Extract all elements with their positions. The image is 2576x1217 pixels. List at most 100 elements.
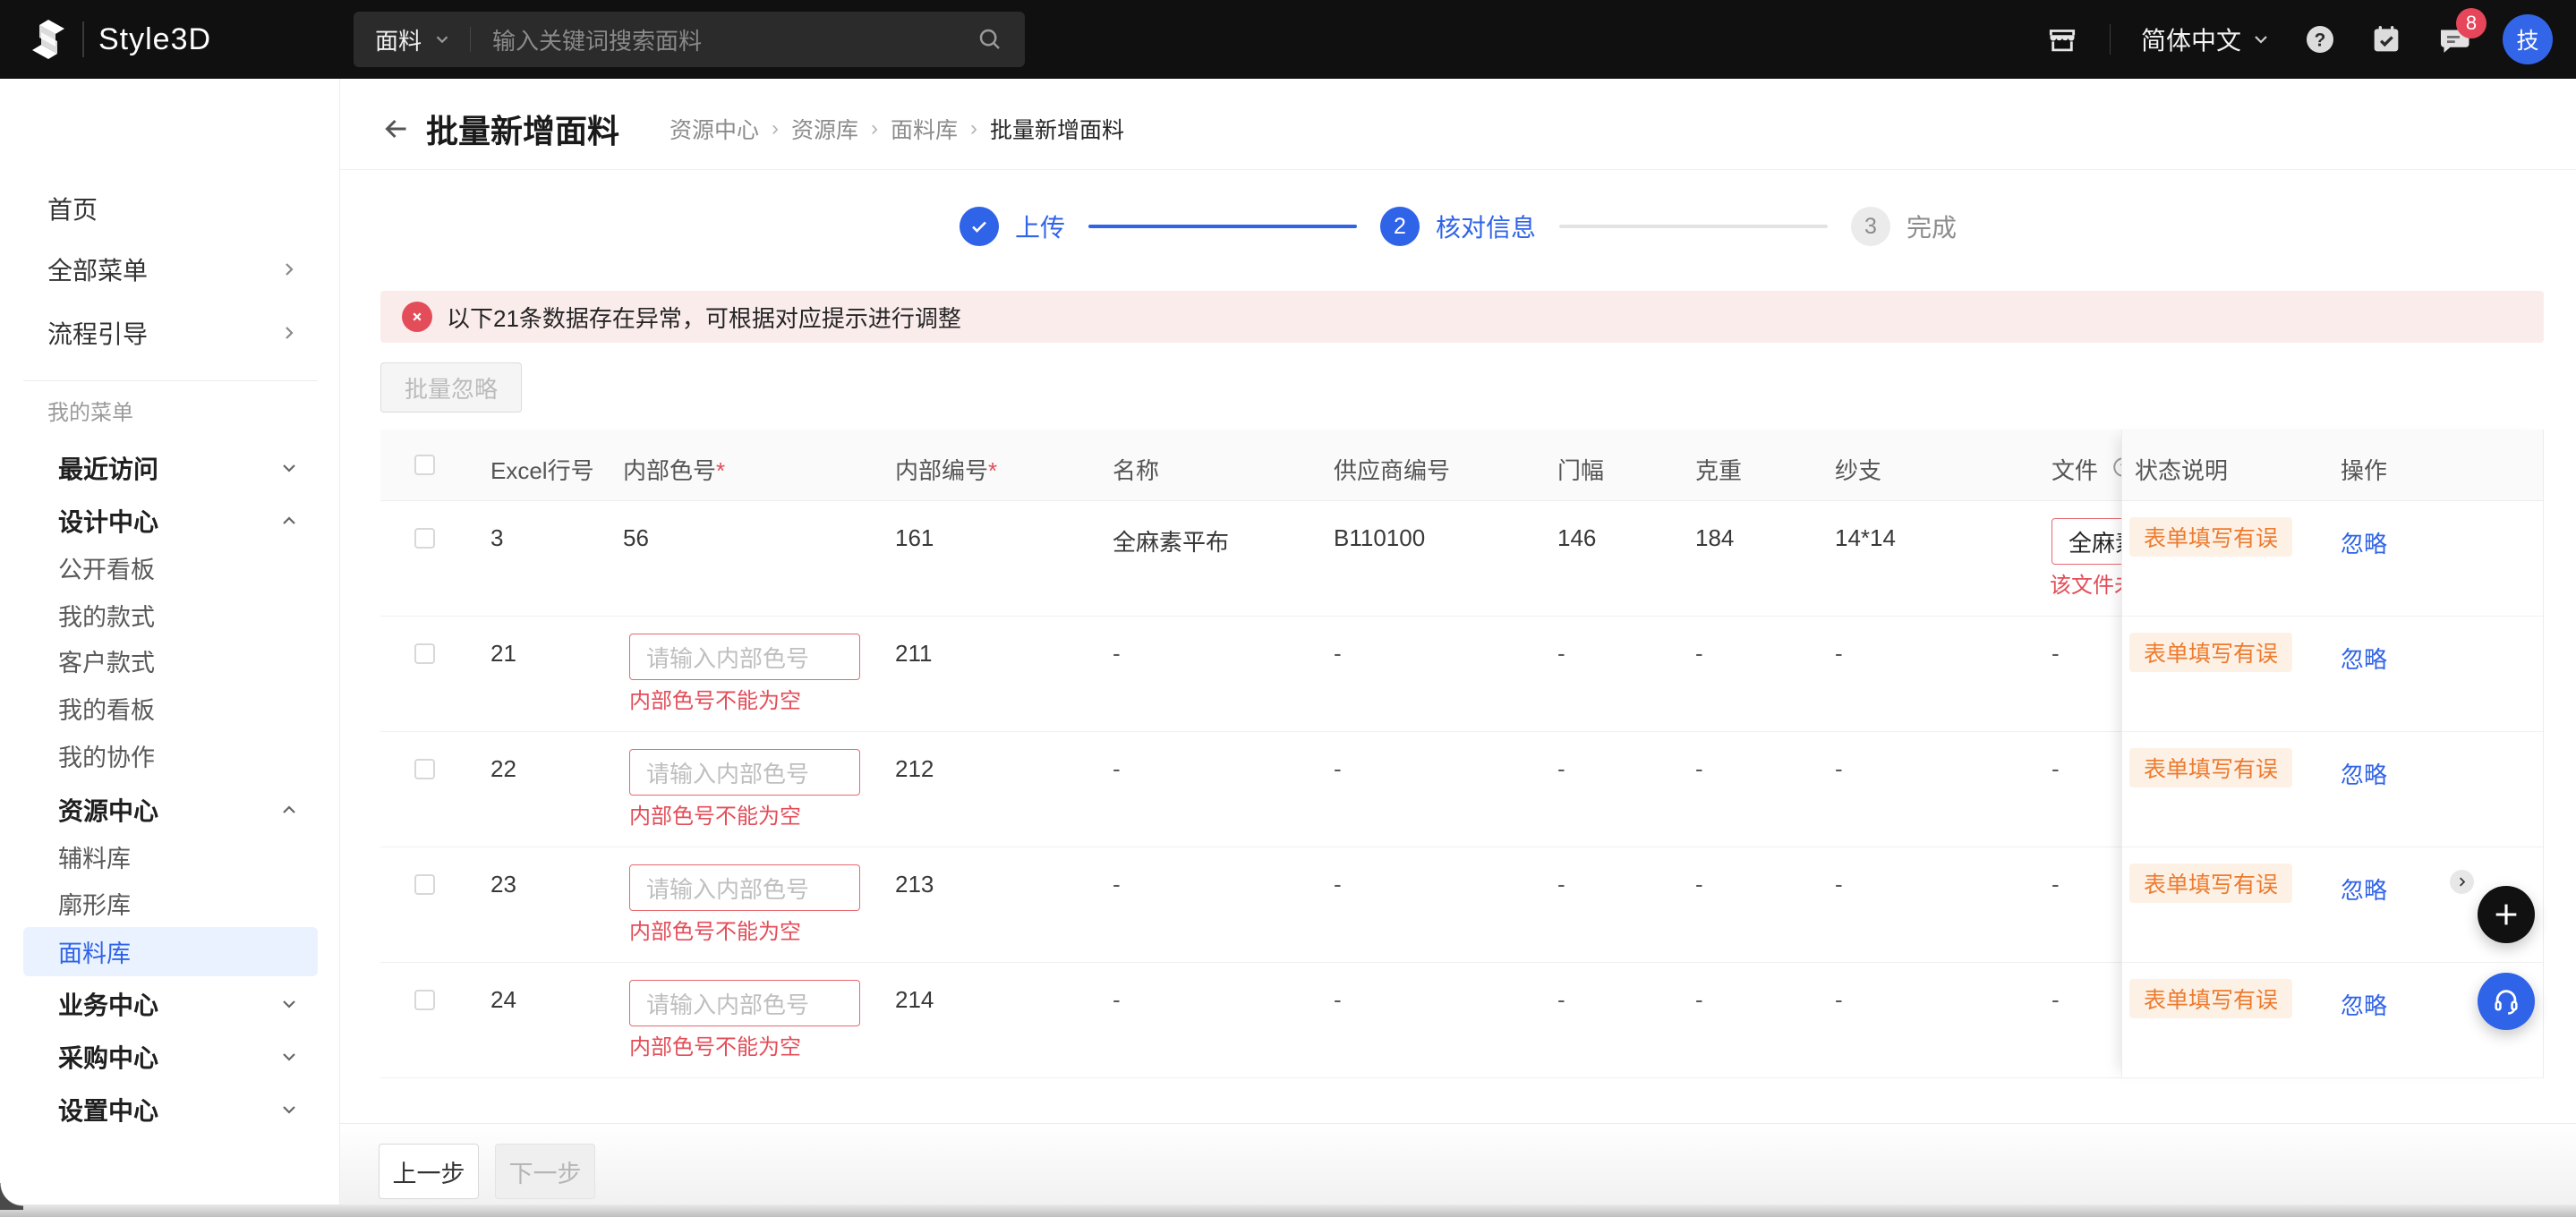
chevron-right-icon xyxy=(278,322,300,344)
breadcrumb-separator: › xyxy=(871,116,878,141)
main-content: 批量新增面料 资源中心 › 资源库 › 面料库 › 批量新增面料 上传 2 核对… xyxy=(340,79,2576,1204)
cell-name: - xyxy=(1113,986,1121,1014)
sidebar-item-silhouette-library[interactable]: 廓形库 xyxy=(0,881,339,924)
avatar[interactable]: 技 xyxy=(2503,14,2553,64)
sidebar-group-business-center[interactable]: 业务中心 xyxy=(0,983,339,1026)
cell-yarn: 14*14 xyxy=(1835,524,1896,552)
row-checkbox[interactable] xyxy=(414,643,435,664)
col-name: 名称 xyxy=(1113,453,1159,486)
cell-supplier-no: - xyxy=(1334,640,1342,668)
internal-color-input[interactable]: 请输入内部色号 xyxy=(629,864,860,911)
col-action: 操作 xyxy=(2341,453,2387,486)
breadcrumb-separator: › xyxy=(970,116,977,141)
ignore-link[interactable]: 忽略 xyxy=(2341,757,2387,790)
sidebar-item-trim-library[interactable]: 辅料库 xyxy=(0,835,339,878)
search-input[interactable]: 输入关键词搜索面料 xyxy=(492,23,977,56)
status-badge: 表单填写有误 xyxy=(2129,748,2292,787)
global-search[interactable]: 面料 输入关键词搜索面料 xyxy=(354,12,1025,67)
step-connector xyxy=(1088,225,1357,228)
row-checkbox[interactable] xyxy=(414,759,435,779)
language-select[interactable]: 简体中文 xyxy=(2141,21,2272,57)
col-supplier-no: 供应商编号 xyxy=(1334,453,1450,486)
data-table: Excel行号 内部色号* 内部编号* 名称 供应商编号 门幅 克重 纱支 文件… xyxy=(380,430,2544,1078)
cell-weight: - xyxy=(1695,986,1703,1014)
error-icon xyxy=(402,302,432,332)
sidebar-item-client-styles[interactable]: 客户款式 xyxy=(0,639,339,682)
messages-icon[interactable]: 8 xyxy=(2435,21,2472,58)
logo-text: Style3D xyxy=(98,22,211,57)
window-corner xyxy=(0,1183,23,1210)
add-fab-button[interactable] xyxy=(2478,886,2535,943)
cell-excel-row: 3 xyxy=(490,524,503,552)
cell-name: - xyxy=(1113,755,1121,783)
ignore-link[interactable]: 忽略 xyxy=(2341,988,2387,1021)
col-internal-color: 内部色号* xyxy=(623,453,725,486)
sidebar-item-home[interactable]: 首页 xyxy=(0,187,339,230)
step-done: 3 完成 xyxy=(1851,207,1957,246)
sidebar-group-recent[interactable]: 最近访问 xyxy=(0,447,339,489)
plus-icon xyxy=(2491,899,2521,930)
stepper: 上传 2 核对信息 3 完成 xyxy=(340,201,2576,251)
breadcrumb-item[interactable]: 面料库 xyxy=(891,113,958,145)
ignore-link[interactable]: 忽略 xyxy=(2341,872,2387,906)
sidebar-group-purchase-center[interactable]: 采购中心 xyxy=(0,1035,339,1078)
step-check-icon xyxy=(960,207,999,246)
breadcrumb-separator: › xyxy=(772,116,779,141)
cell-supplier-no: - xyxy=(1334,871,1342,898)
breadcrumb-item[interactable]: 资源中心 xyxy=(670,113,759,145)
step-label: 完成 xyxy=(1906,209,1957,244)
sidebar-item-process-guide[interactable]: 流程引导 xyxy=(0,311,339,354)
fixed-row: 表单填写有误 忽略 xyxy=(2122,732,2543,847)
sidebar-group-resource-center[interactable]: 资源中心 xyxy=(0,788,339,831)
sidebar-item-my-board[interactable]: 我的看板 xyxy=(0,686,339,729)
back-arrow-icon[interactable] xyxy=(380,113,413,145)
chevron-right-icon xyxy=(278,259,300,280)
cell-excel-row: 24 xyxy=(490,986,516,1014)
table-expand-handle[interactable] xyxy=(2450,870,2474,894)
breadcrumb-item[interactable]: 资源库 xyxy=(791,113,858,145)
select-all-checkbox[interactable] xyxy=(414,455,435,475)
search-category-select[interactable]: 面料 xyxy=(375,23,422,56)
ignore-link[interactable]: 忽略 xyxy=(2341,526,2387,559)
support-fab-button[interactable] xyxy=(2478,973,2535,1030)
row-checkbox[interactable] xyxy=(414,990,435,1010)
cell-width: - xyxy=(1557,871,1565,898)
marketplace-icon[interactable] xyxy=(2045,22,2079,56)
sidebar-item-my-collab[interactable]: 我的协作 xyxy=(0,734,339,777)
row-checkbox[interactable] xyxy=(414,874,435,895)
sidebar-group-design-center[interactable]: 设计中心 xyxy=(0,499,339,542)
sidebar-item-all-menu[interactable]: 全部菜单 xyxy=(0,248,339,291)
internal-color-input[interactable]: 请输入内部色号 xyxy=(629,634,860,680)
logo[interactable]: Style3D xyxy=(29,0,211,79)
chevron-down-icon xyxy=(278,1046,300,1068)
status-badge: 表单填写有误 xyxy=(2129,633,2292,672)
chevron-up-icon xyxy=(278,510,300,532)
cell-supplier-no: - xyxy=(1334,755,1342,783)
color-error-text: 内部色号不能为空 xyxy=(629,914,801,945)
chevron-down-icon xyxy=(278,457,300,479)
internal-color-input[interactable]: 请输入内部色号 xyxy=(629,749,860,796)
batch-ignore-button[interactable]: 批量忽略 xyxy=(380,362,522,413)
sidebar-item-my-styles[interactable]: 我的款式 xyxy=(0,593,339,636)
sidebar-item-fabric-library[interactable]: 面料库 xyxy=(0,930,339,973)
help-icon[interactable]: ? xyxy=(2302,21,2338,57)
next-step-button[interactable]: 下一步 xyxy=(495,1144,595,1199)
col-internal-no: 内部编号* xyxy=(895,453,997,486)
cell-weight: - xyxy=(1695,640,1703,668)
sidebar-item-public-board[interactable]: 公开看板 xyxy=(0,546,339,589)
cell-file: - xyxy=(2051,640,2060,668)
cell-yarn: - xyxy=(1835,640,1843,668)
cell-width: - xyxy=(1557,986,1565,1014)
color-error-text: 内部色号不能为空 xyxy=(629,798,801,830)
step-upload: 上传 xyxy=(960,207,1065,246)
search-icon[interactable] xyxy=(977,26,1003,53)
fixed-row: 表单填写有误 忽略 xyxy=(2122,617,2543,732)
internal-color-input[interactable]: 请输入内部色号 xyxy=(629,980,860,1026)
prev-step-button[interactable]: 上一步 xyxy=(379,1144,479,1199)
ignore-link[interactable]: 忽略 xyxy=(2341,642,2387,675)
sidebar-group-settings-center[interactable]: 设置中心 xyxy=(0,1088,339,1131)
tasks-icon[interactable] xyxy=(2368,21,2404,57)
row-checkbox[interactable] xyxy=(414,528,435,549)
logo-divider xyxy=(82,21,84,57)
step-verify: 2 核对信息 xyxy=(1380,207,1536,246)
